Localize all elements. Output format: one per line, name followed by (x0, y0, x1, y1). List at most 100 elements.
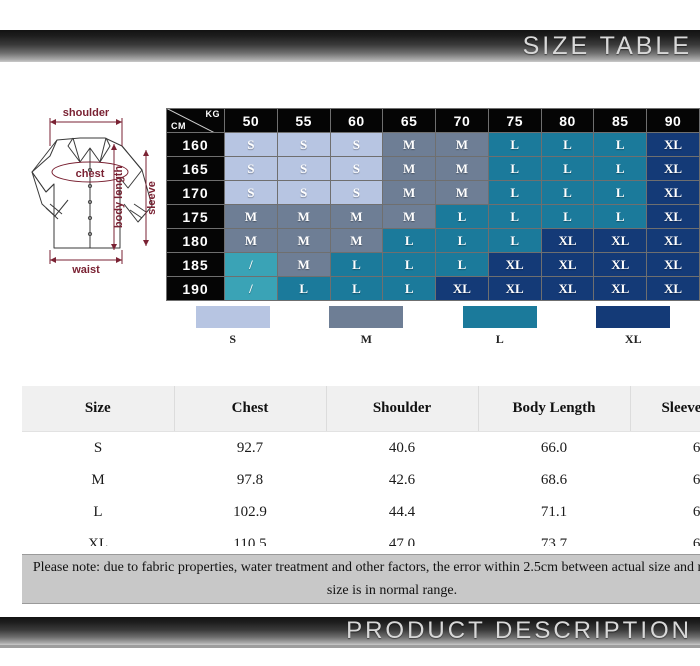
matrix-cell: L (435, 204, 489, 229)
matrix-corner-cell: KG CM (166, 108, 225, 133)
matrix-cell: M (382, 156, 437, 181)
measurement-cell-sleeve-length: 63.5 (692, 503, 700, 520)
measurement-cell-body-length: 66.0 (540, 439, 568, 456)
matrix-cell: XL (487, 276, 542, 301)
legend-swatch-m (329, 306, 404, 328)
matrix-cell: M (382, 132, 437, 157)
measurement-cell-size: S (93, 439, 103, 456)
measurement-table-container: Size Chest Shoulder Body Length Sleeve L… (22, 386, 700, 546)
measurement-table-body: S 92.7 40.6 66.0 61.0 M 97.8 42.6 68.6 62.2 L 102.9… (22, 432, 700, 547)
matrix-cell: M (276, 252, 331, 277)
size-table-banner: SIZE TABLE (0, 30, 700, 62)
matrix-cell: XL (646, 204, 700, 229)
matrix-cell: XL (435, 276, 489, 301)
measurement-cell-size: XL (88, 535, 108, 547)
matrix-row: 180 M M M L L L XL XL XL (166, 228, 700, 253)
matrix-col-header: 70 (435, 108, 489, 133)
matrix-row-header: 170 (166, 180, 225, 205)
measurement-col-sleeve-length: Sleeve Length (630, 386, 700, 432)
legend-swatch-s (195, 306, 270, 328)
matrix-cell: L (276, 276, 331, 301)
legend-item: S (166, 306, 300, 347)
matrix-cell: M (382, 204, 437, 229)
matrix-cell: XL (646, 252, 700, 277)
size-note-box: Please note: due to fabric properties, w… (22, 554, 700, 604)
legend-label-l: L (495, 332, 504, 346)
matrix-col-header: 55 (276, 108, 331, 133)
measurement-cell-shoulder: 44.4 (388, 503, 416, 520)
matrix-row-header: 185 (166, 252, 225, 277)
matrix-cell: M (276, 204, 331, 229)
matrix-cell: L (382, 276, 437, 301)
matrix-row: 175 M M M M L L L L XL (166, 204, 700, 229)
matrix-body: 160 S S S M M L L L XL 165 S S S M M L L L XL 170 S S S M M L L L XL 1… (166, 132, 700, 301)
matrix-cell: S (224, 132, 278, 157)
product-description-banner-title: PRODUCT DESCRIPTION (346, 617, 692, 644)
matrix-cell: L (540, 132, 595, 157)
corner-unit-kg: KG (205, 109, 220, 119)
matrix-cell: S (329, 132, 384, 157)
matrix-row-header: 180 (166, 228, 225, 253)
matrix-row: 185/M L L L XL XL XL XL (166, 252, 700, 277)
measurement-cell-size: M (91, 471, 105, 488)
matrix-cell: L (382, 252, 437, 277)
matrix-cell: L (487, 132, 542, 157)
matrix-cell: L (487, 180, 542, 205)
matrix-header-row: KG CM 50 55 60 65 70 75 80 85 90 (166, 108, 700, 133)
matrix-cell: XL (646, 228, 700, 253)
matrix-row: 170 S S S M M L L L XL (166, 180, 700, 205)
matrix-row-header: 175 (166, 204, 225, 229)
measurement-row: XL 110.5 47.0 73.7 64.8 (22, 528, 700, 547)
matrix-col-header: 65 (382, 108, 437, 133)
matrix-cell: XL (487, 252, 542, 277)
measurement-cell-chest: 110.5 (233, 535, 267, 547)
diagram-label-chest: chest (76, 168, 105, 180)
measurement-cell-shoulder: 40.6 (388, 439, 416, 456)
measurement-cell-body-length: 73.7 (540, 535, 568, 547)
legend-item: XL (567, 306, 700, 347)
legend-item: M (300, 306, 434, 347)
legend-label-s: S (229, 332, 237, 346)
measurement-row: L 102.9 44.4 71.1 63.5 (22, 496, 700, 528)
matrix-cell: M (435, 132, 489, 157)
size-table-banner-title: SIZE TABLE (522, 31, 692, 60)
diagram-label-shoulder: shoulder (63, 107, 110, 119)
matrix-row-header: 165 (166, 156, 225, 181)
matrix-cell: S (276, 156, 331, 181)
measurement-cell-body-length: 68.6 (540, 471, 568, 488)
measurement-col-shoulder: Shoulder (326, 386, 479, 432)
size-note-text: Please note: due to fabric properties, w… (32, 560, 700, 598)
measurement-cell-size: L (93, 503, 103, 520)
matrix-row: 160 S S S M M L L L XL (166, 132, 700, 157)
matrix-cell: XL (593, 276, 648, 301)
matrix-cell: L (435, 228, 489, 253)
matrix-col-header: 80 (540, 108, 595, 133)
matrix-col-header: 85 (593, 108, 648, 133)
measurement-col-chest: Chest (174, 386, 327, 432)
matrix-col-header: 90 (646, 108, 700, 133)
measurement-table: Size Chest Shoulder Body Length Sleeve L… (22, 386, 700, 546)
matrix-cell: L (487, 156, 542, 181)
matrix-cell: M (329, 204, 384, 229)
measurement-cell-chest: 97.8 (236, 471, 264, 488)
legend-label-xl: XL (624, 332, 642, 346)
matrix-col-header: 75 (487, 108, 542, 133)
matrix-cell: XL (593, 228, 648, 253)
matrix-cell: XL (646, 276, 700, 301)
matrix-cell: M (224, 228, 278, 253)
matrix-cell: S (329, 180, 384, 205)
measurement-cell-chest: 92.7 (236, 439, 264, 456)
matrix-cell: S (224, 156, 278, 181)
matrix-cell: S (276, 132, 331, 157)
matrix-cell: M (224, 204, 278, 229)
product-description-banner: PRODUCT DESCRIPTION (0, 617, 700, 648)
matrix-cell: L (593, 180, 648, 205)
matrix-cell: L (329, 276, 384, 301)
matrix-cell: L (593, 204, 648, 229)
matrix-cell: S (224, 180, 278, 205)
matrix-row-header: 190 (166, 276, 225, 301)
matrix-cell: / (224, 252, 278, 277)
matrix-cell: L (593, 132, 648, 157)
legend-swatch-xl (596, 306, 671, 328)
measurement-col-size: Size (22, 386, 175, 432)
